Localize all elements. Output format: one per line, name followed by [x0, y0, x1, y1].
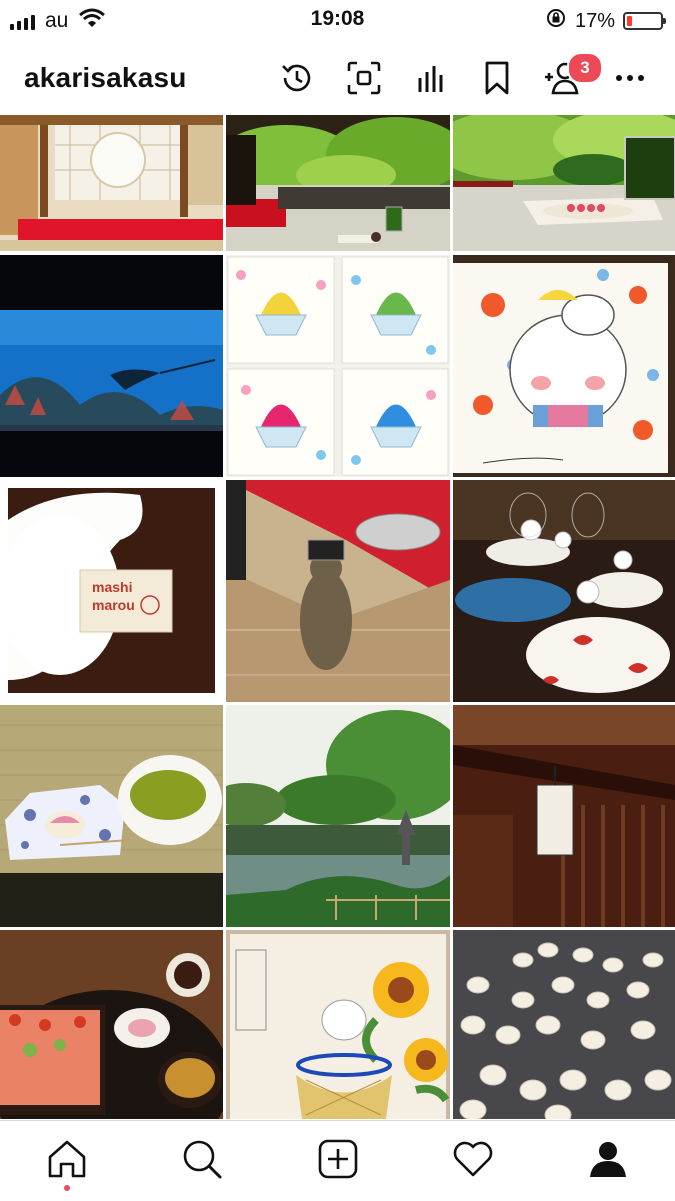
qr-scan-icon[interactable]: [344, 58, 384, 98]
new-post-icon[interactable]: [314, 1135, 362, 1183]
post-teahouse-lantern[interactable]: [453, 705, 675, 927]
activity-heart-icon[interactable]: [449, 1135, 497, 1183]
search-icon[interactable]: [178, 1135, 226, 1183]
post-seafood-bowl[interactable]: [0, 930, 223, 1119]
post-cat-illustration[interactable]: [453, 255, 675, 477]
home-icon[interactable]: [43, 1135, 91, 1183]
profile-username[interactable]: akarisakasu: [24, 62, 187, 94]
tag-text-line2: marou: [92, 597, 135, 613]
post-grid: mashi marou: [0, 115, 675, 1119]
active-tab-indicator: [64, 1185, 70, 1191]
post-garden-pond[interactable]: [226, 705, 450, 927]
rotation-lock-icon: [545, 7, 567, 35]
bottom-navigation: [0, 1120, 675, 1201]
notification-badge: 3: [567, 52, 603, 84]
post-aquarium[interactable]: [0, 255, 223, 477]
insights-icon[interactable]: [411, 58, 451, 98]
archive-history-icon[interactable]: [277, 58, 317, 98]
profile-icon[interactable]: [584, 1135, 632, 1183]
post-matcha-garden[interactable]: [453, 115, 675, 251]
post-penguin-display[interactable]: [226, 480, 450, 702]
battery-icon: [623, 12, 666, 30]
post-matcha-wagashi[interactable]: [0, 705, 223, 927]
post-tatami-room[interactable]: [0, 115, 223, 251]
post-glass-cats[interactable]: [453, 480, 675, 702]
saved-bookmark-icon[interactable]: [477, 58, 517, 98]
tag-text-line1: mashi: [92, 579, 132, 595]
more-options-icon[interactable]: [610, 58, 650, 98]
status-bar: au 19:08 17%: [0, 0, 675, 38]
post-glass-cat-sunflower[interactable]: [226, 930, 450, 1119]
post-cat-plush-tag[interactable]: mashi marou: [0, 480, 223, 702]
post-clay-cats[interactable]: [453, 930, 675, 1119]
post-shaved-ice-art[interactable]: [226, 255, 450, 477]
post-garden-matcha[interactable]: [226, 115, 450, 251]
battery-percentage: 17%: [574, 9, 615, 32]
